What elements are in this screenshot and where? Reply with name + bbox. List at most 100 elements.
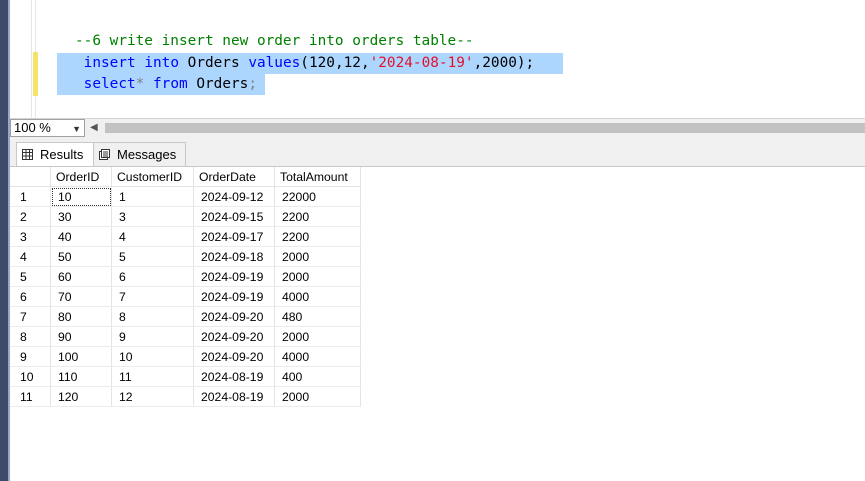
- row-number[interactable]: 3: [10, 226, 51, 247]
- table-row[interactable]: 11 120 12 2024-08-19 2000: [10, 386, 361, 407]
- table-row[interactable]: 1 10 1 2024-09-12 22000: [10, 186, 361, 207]
- cell-orderdate[interactable]: 2024-09-17: [193, 226, 275, 247]
- cell-customerid[interactable]: 6: [111, 266, 194, 287]
- row-number[interactable]: 7: [10, 306, 51, 327]
- cell-totalamount[interactable]: 2200: [274, 206, 361, 227]
- code-line-select[interactable]: select* from Orders;: [75, 74, 257, 95]
- table-row[interactable]: 4 50 5 2024-09-18 2000: [10, 246, 361, 267]
- scroll-left-icon[interactable]: ◀: [90, 119, 98, 137]
- cell-totalamount[interactable]: 400: [274, 366, 361, 387]
- results-grid[interactable]: OrderID CustomerID OrderDate TotalAmount…: [10, 167, 361, 407]
- row-number[interactable]: 11: [10, 386, 51, 407]
- cell-customerid[interactable]: 9: [111, 326, 194, 347]
- cell-orderid[interactable]: 100: [50, 346, 112, 367]
- cell-customerid[interactable]: 12: [111, 386, 194, 407]
- cell-orderdate[interactable]: 2024-09-12: [193, 186, 275, 207]
- cell-orderdate[interactable]: 2024-09-20: [193, 306, 275, 327]
- sql-comment: --6 write insert new order into orders t…: [75, 33, 474, 49]
- table-row[interactable]: 8 90 9 2024-09-20 2000: [10, 326, 361, 347]
- row-number[interactable]: 1: [10, 186, 51, 207]
- table-row[interactable]: 10 110 11 2024-08-19 400: [10, 366, 361, 387]
- cell-orderid[interactable]: 10: [50, 186, 112, 207]
- cell-totalamount[interactable]: 22000: [274, 186, 361, 207]
- row-number[interactable]: 9: [10, 346, 51, 367]
- cell-customerid[interactable]: 8: [111, 306, 194, 327]
- cell-orderdate[interactable]: 2024-09-15: [193, 206, 275, 227]
- row-number-header[interactable]: [10, 167, 51, 187]
- tab-messages[interactable]: Messages: [93, 142, 186, 166]
- kw-values: values: [248, 55, 301, 71]
- row-number[interactable]: 6: [10, 286, 51, 307]
- column-header-orderid[interactable]: OrderID: [50, 167, 112, 187]
- cell-totalamount[interactable]: 4000: [274, 286, 361, 307]
- cell-orderid[interactable]: 120: [50, 386, 112, 407]
- cell-customerid[interactable]: 10: [111, 346, 194, 367]
- column-header-totalamount[interactable]: TotalAmount: [274, 167, 361, 187]
- kw-insert: insert: [83, 55, 136, 71]
- cell-customerid[interactable]: 1: [111, 186, 194, 207]
- kw-select: select: [83, 76, 136, 92]
- row-number[interactable]: 8: [10, 326, 51, 347]
- cell-totalamount[interactable]: 2000: [274, 326, 361, 347]
- cell-orderid[interactable]: 90: [50, 326, 112, 347]
- row-number[interactable]: 5: [10, 266, 51, 287]
- cell-orderid[interactable]: 50: [50, 246, 112, 267]
- cell-orderdate[interactable]: 2024-09-19: [193, 286, 275, 307]
- cell-orderdate[interactable]: 2024-08-19: [193, 366, 275, 387]
- horizontal-scrollbar-thumb[interactable]: [105, 123, 865, 133]
- cell-totalamount[interactable]: 2000: [274, 386, 361, 407]
- chevron-down-icon[interactable]: ▼: [72, 120, 81, 138]
- cell-orderid[interactable]: 80: [50, 306, 112, 327]
- cell-orderdate[interactable]: 2024-08-19: [193, 386, 275, 407]
- cell-orderid[interactable]: 110: [50, 366, 112, 387]
- cell-customerid[interactable]: 7: [111, 286, 194, 307]
- cell-orderdate[interactable]: 2024-09-18: [193, 246, 275, 267]
- cell-totalamount[interactable]: 4000: [274, 346, 361, 367]
- table-name: Orders: [187, 55, 240, 71]
- table-row[interactable]: 5 60 6 2024-09-19 2000: [10, 266, 361, 287]
- zoom-bar: 100 % ▼ ◀: [10, 118, 865, 138]
- grid-icon: [22, 149, 33, 160]
- cell-orderid[interactable]: 70: [50, 286, 112, 307]
- row-number[interactable]: 4: [10, 246, 51, 267]
- column-header-orderdate[interactable]: OrderDate: [193, 167, 275, 187]
- tab-messages-label: Messages: [117, 147, 177, 162]
- tab-results-label: Results: [40, 147, 84, 162]
- table-row[interactable]: 6 70 7 2024-09-19 4000: [10, 286, 361, 307]
- cell-totalamount[interactable]: 2000: [274, 266, 361, 287]
- table-row[interactable]: 3 40 4 2024-09-17 2200: [10, 226, 361, 247]
- values-close: ,2000);: [473, 55, 535, 71]
- window-edge: [0, 0, 8, 481]
- table-row[interactable]: 9 100 10 2024-09-20 4000: [10, 346, 361, 367]
- cell-customerid[interactable]: 5: [111, 246, 194, 267]
- column-header-customerid[interactable]: CustomerID: [111, 167, 194, 187]
- table-row[interactable]: 7 80 8 2024-09-20 480: [10, 306, 361, 327]
- cell-orderid[interactable]: 30: [50, 206, 112, 227]
- cell-customerid[interactable]: 4: [111, 226, 194, 247]
- tab-results[interactable]: Results: [16, 142, 94, 166]
- cell-totalamount[interactable]: 2200: [274, 226, 361, 247]
- grid-header-row: OrderID CustomerID OrderDate TotalAmount: [10, 167, 361, 187]
- row-number[interactable]: 10: [10, 366, 51, 387]
- date-literal: '2024-08-19': [369, 55, 474, 71]
- values-open: (120,12,: [300, 55, 370, 71]
- code-line-insert[interactable]: insert into Orders values(120,12,'2024-0…: [75, 53, 535, 74]
- zoom-value: 100 %: [14, 120, 51, 135]
- table-row[interactable]: 2 30 3 2024-09-15 2200: [10, 206, 361, 227]
- select-semicolon: ;: [248, 76, 257, 92]
- cell-customerid[interactable]: 3: [111, 206, 194, 227]
- select-table-name: Orders: [196, 76, 249, 92]
- query-editor[interactable]: --6 write insert new order into orders t…: [10, 0, 865, 118]
- zoom-dropdown[interactable]: 100 % ▼: [10, 119, 85, 137]
- cell-customerid[interactable]: 11: [111, 366, 194, 387]
- cell-totalamount[interactable]: 2000: [274, 246, 361, 267]
- cell-orderdate[interactable]: 2024-09-20: [193, 326, 275, 347]
- code-line-comment[interactable]: --6 write insert new order into orders t…: [75, 31, 474, 52]
- cell-orderdate[interactable]: 2024-09-20: [193, 346, 275, 367]
- change-marker: [33, 52, 38, 96]
- cell-orderid[interactable]: 60: [50, 266, 112, 287]
- cell-orderdate[interactable]: 2024-09-19: [193, 266, 275, 287]
- cell-totalamount[interactable]: 480: [274, 306, 361, 327]
- row-number[interactable]: 2: [10, 206, 51, 227]
- cell-orderid[interactable]: 40: [50, 226, 112, 247]
